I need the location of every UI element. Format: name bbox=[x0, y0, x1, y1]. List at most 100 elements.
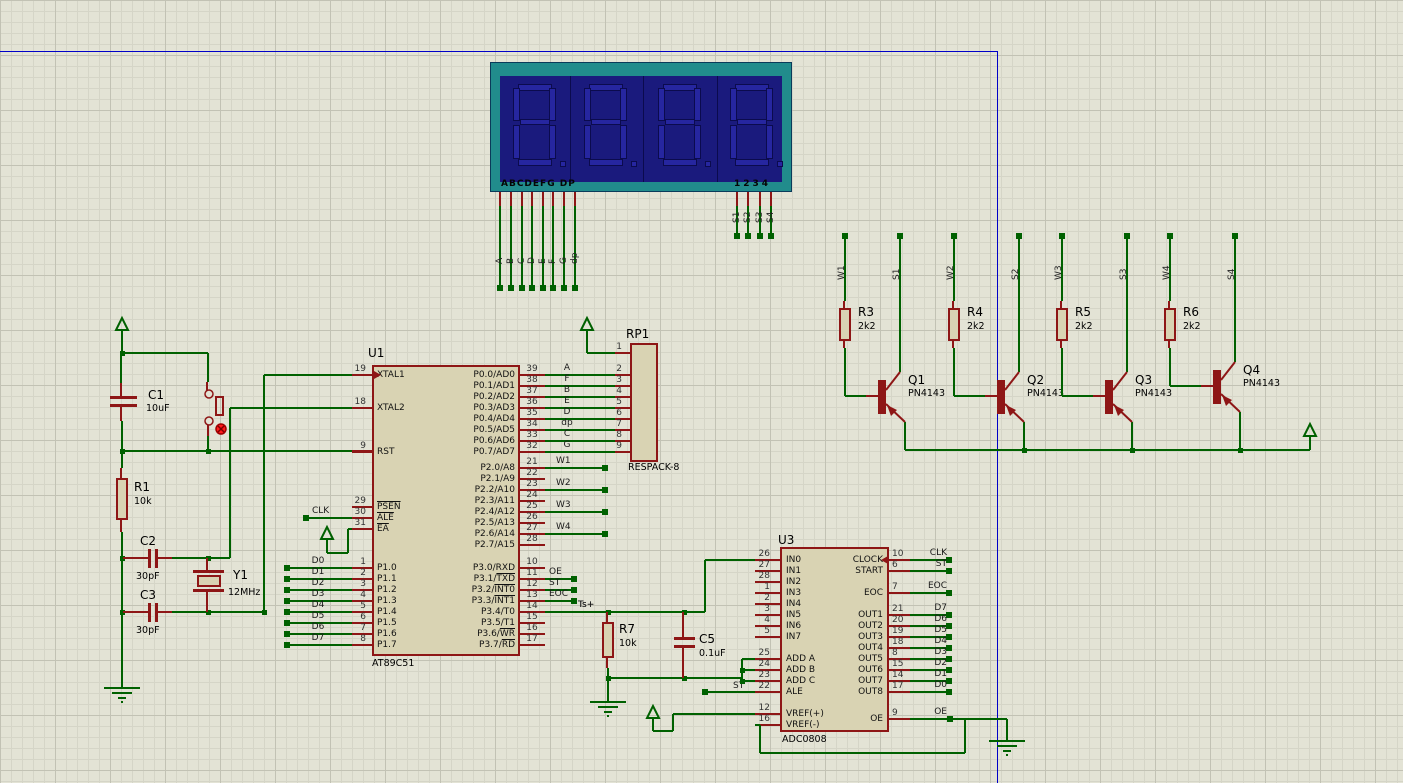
segment-g bbox=[520, 119, 550, 125]
pin-name-overlined-part: INT0 bbox=[494, 585, 515, 595]
segment-b bbox=[549, 88, 556, 121]
wire bbox=[287, 644, 352, 646]
c1-plate[interactable] bbox=[110, 404, 137, 407]
y1-body[interactable] bbox=[197, 575, 221, 587]
pnp-arrow-icon bbox=[1222, 395, 1232, 406]
pin-stub bbox=[510, 192, 512, 206]
pin-number: 22 bbox=[526, 468, 538, 478]
wire bbox=[954, 395, 985, 397]
pin-number: 6 bbox=[616, 408, 622, 418]
wire bbox=[587, 352, 615, 354]
pin-number: 4 bbox=[764, 615, 770, 625]
resistor-value: 2k2 bbox=[967, 321, 985, 332]
pin-name: P0.1/AD1 bbox=[473, 381, 515, 391]
resistor-body[interactable] bbox=[1164, 308, 1176, 341]
resistor-body[interactable] bbox=[1056, 308, 1068, 341]
pin-name: P3.6/WR bbox=[390, 629, 515, 639]
net-label: D bbox=[563, 407, 571, 417]
resistor-ref: R6 bbox=[1183, 305, 1199, 319]
wire-terminal bbox=[602, 487, 608, 493]
net-label: D7 bbox=[934, 603, 947, 613]
segment-dp bbox=[631, 161, 637, 167]
pin-stub bbox=[563, 192, 565, 206]
r1-body[interactable] bbox=[116, 478, 128, 520]
button-actuator-cross-icon bbox=[217, 425, 225, 433]
pin-name: P0.7/AD7 bbox=[473, 447, 515, 457]
net-label: G bbox=[563, 440, 571, 450]
net-label: W2 bbox=[556, 478, 571, 488]
wire bbox=[545, 467, 605, 469]
resistor-body[interactable] bbox=[839, 308, 851, 341]
segment-d bbox=[735, 159, 769, 166]
segment-f bbox=[584, 88, 591, 121]
wire bbox=[705, 559, 755, 561]
net-label: S3 bbox=[755, 211, 765, 223]
segment-e bbox=[513, 125, 520, 159]
pin-number: 36 bbox=[526, 397, 538, 407]
pin-name: P0.0/AD0 bbox=[473, 370, 515, 380]
y1-plate[interactable] bbox=[193, 570, 224, 573]
pin-stub bbox=[1168, 341, 1170, 348]
pin-number: 3 bbox=[616, 375, 622, 385]
rp1-body[interactable] bbox=[630, 343, 658, 462]
pin-name: OUT8 bbox=[858, 687, 883, 697]
net-label: D1 bbox=[934, 669, 947, 679]
wire bbox=[964, 719, 966, 753]
segment-a bbox=[735, 84, 769, 91]
net-label: C bbox=[563, 429, 571, 439]
segment-g bbox=[665, 119, 695, 125]
pin-number: 8 bbox=[360, 634, 366, 644]
wire-terminal bbox=[529, 285, 535, 291]
schematic-canvas[interactable]: ABCDEFG DP 1234 A B C D E F Gdp S1 S2 S3 S4 U1 AT89C51… bbox=[0, 0, 1403, 783]
wire bbox=[545, 511, 605, 513]
wire bbox=[1006, 719, 1008, 741]
wire bbox=[910, 592, 949, 594]
pin-name-part: P3.6/ bbox=[477, 629, 500, 639]
pin-name: IN2 bbox=[786, 577, 802, 587]
c1-plate[interactable] bbox=[110, 396, 137, 399]
pin-number: 13 bbox=[526, 590, 538, 600]
r7-body[interactable] bbox=[602, 622, 614, 658]
pin-stub bbox=[606, 612, 608, 622]
pin-stub bbox=[123, 611, 148, 613]
transistor-value: PN4143 bbox=[1243, 378, 1281, 389]
c2-plate[interactable] bbox=[148, 549, 151, 568]
segment-e bbox=[658, 125, 665, 159]
u1-value: AT89C51 bbox=[372, 658, 415, 669]
push-button[interactable] bbox=[215, 396, 224, 416]
wire-terminal bbox=[284, 576, 290, 582]
pin-number: 16 bbox=[526, 623, 538, 633]
c5-plate[interactable] bbox=[674, 645, 695, 648]
pin-name-overlined-part: RD bbox=[501, 640, 515, 650]
net-label: OE bbox=[549, 567, 562, 577]
pin-stub bbox=[520, 544, 545, 546]
pin-name: OUT6 bbox=[858, 665, 883, 675]
y1-plate[interactable] bbox=[193, 589, 224, 592]
wire bbox=[845, 395, 866, 397]
pin-stub bbox=[352, 450, 372, 452]
wire bbox=[172, 557, 230, 559]
pin-name: P3.0/RXD bbox=[472, 563, 515, 573]
pin-stub bbox=[542, 192, 544, 206]
transistor-body[interactable] bbox=[1105, 380, 1113, 414]
pin-number: 23 bbox=[758, 670, 770, 680]
pin-number: 17 bbox=[526, 634, 538, 644]
wire bbox=[608, 677, 742, 679]
c5-plate[interactable] bbox=[674, 637, 695, 640]
transistor-body[interactable] bbox=[997, 380, 1005, 414]
pin-stub bbox=[843, 301, 845, 308]
wire bbox=[172, 611, 264, 613]
resistor-body[interactable] bbox=[948, 308, 960, 341]
wire bbox=[230, 407, 352, 409]
transistor-value: PN4143 bbox=[1135, 388, 1173, 399]
transistor-body[interactable] bbox=[878, 380, 886, 414]
net-label: A bbox=[495, 257, 505, 264]
pin-stub bbox=[843, 341, 845, 348]
transistor-body[interactable] bbox=[1213, 370, 1221, 404]
c3-plate[interactable] bbox=[148, 603, 151, 622]
pin-number: 28 bbox=[758, 571, 770, 581]
button-actuator-marker[interactable] bbox=[215, 423, 227, 435]
button-actuator-cross-icon bbox=[217, 425, 225, 433]
pin-name: P2.3/A11 bbox=[474, 496, 515, 506]
wire-terminal bbox=[602, 531, 608, 537]
